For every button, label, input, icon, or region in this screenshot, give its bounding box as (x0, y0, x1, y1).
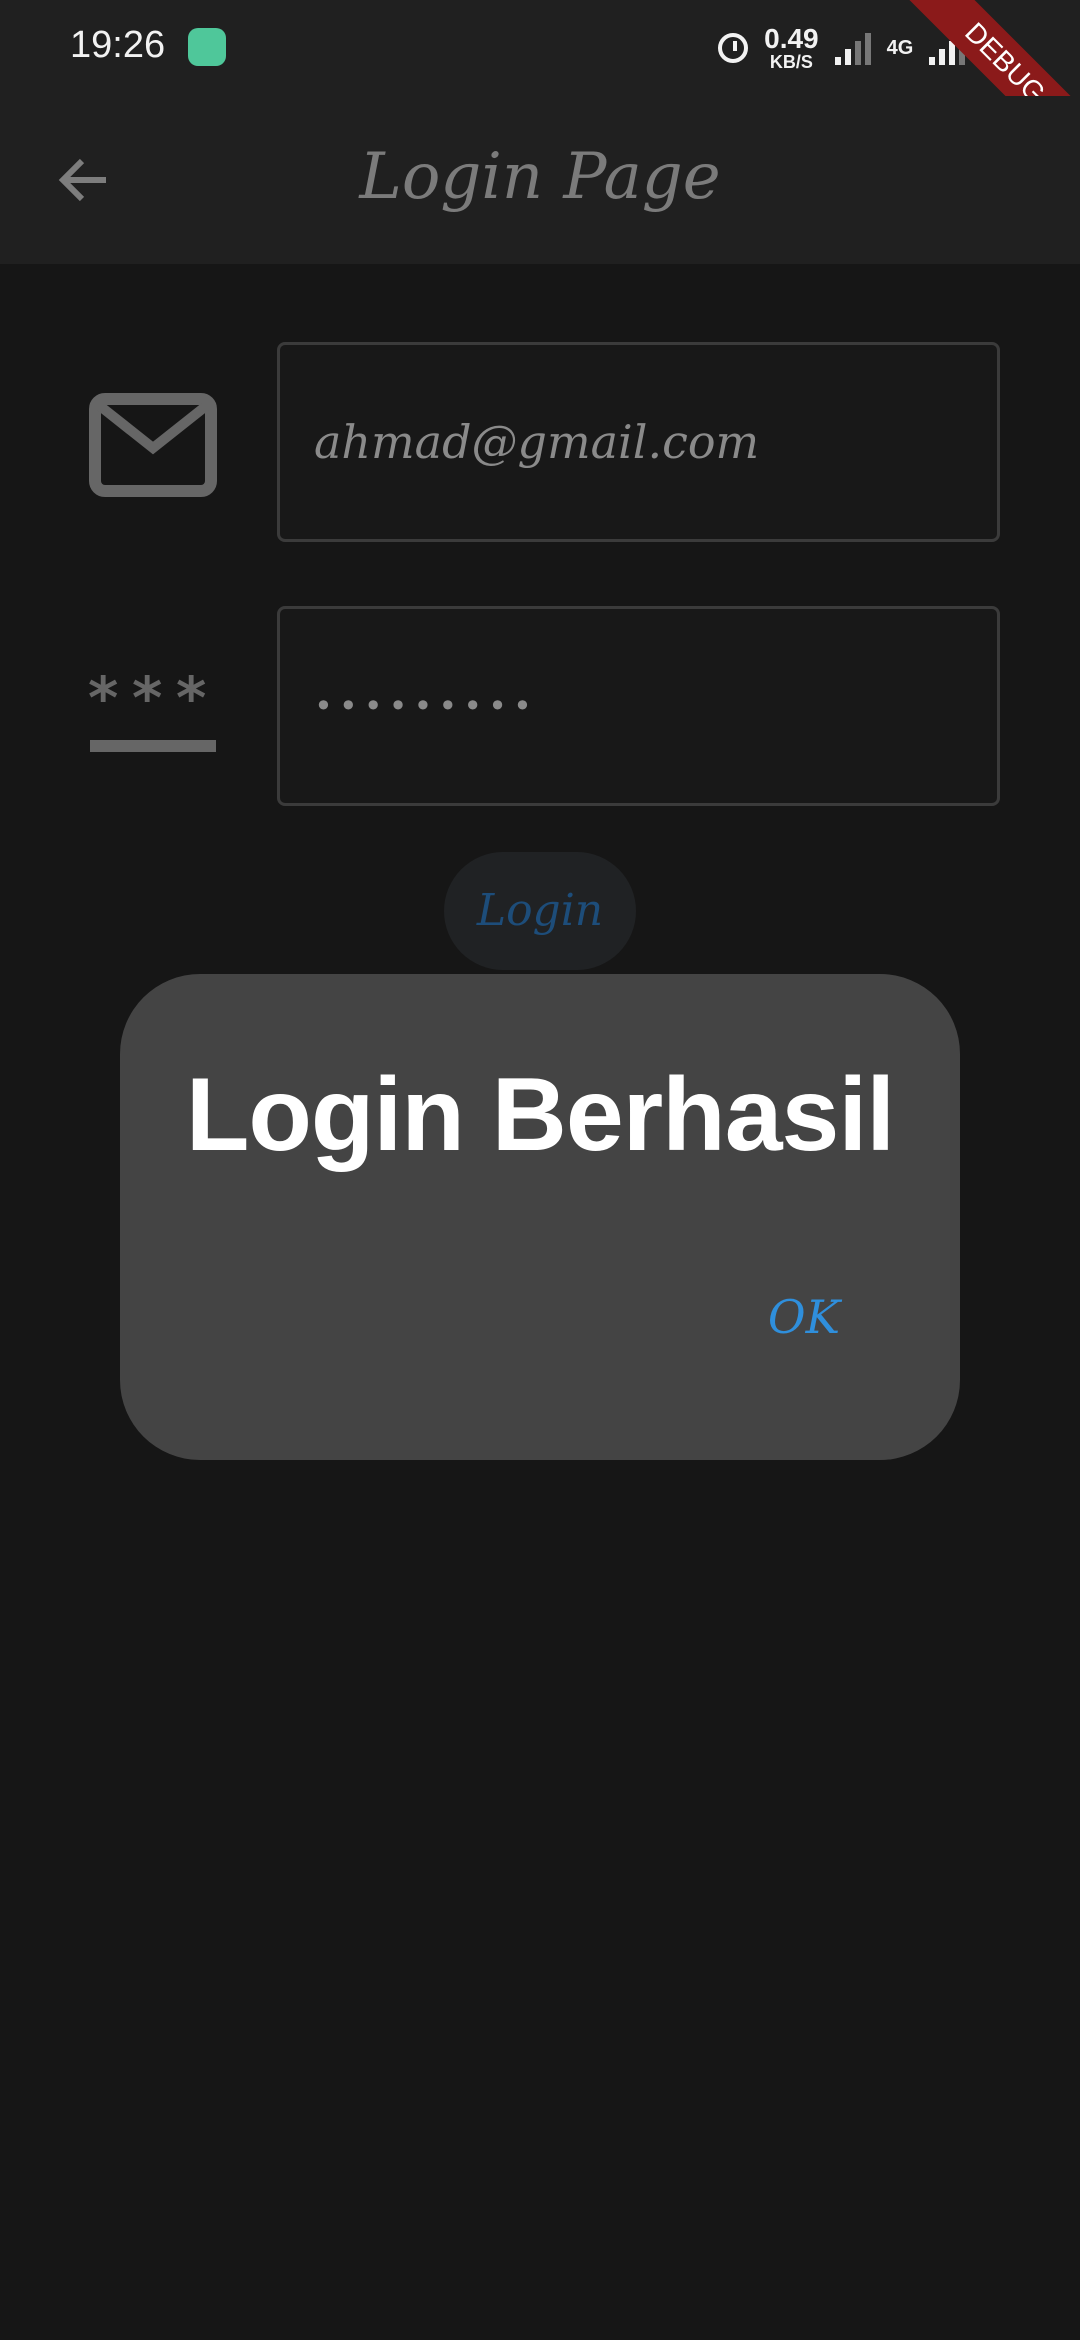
network-speed: 0.49 KB/S (764, 23, 819, 72)
alarm-icon (718, 33, 749, 63)
app-bar: Login Page (0, 96, 1080, 264)
status-bar: 19:26 0.49 KB/S 4G 4G DEBUG (0, 0, 1080, 189)
alert-dialog: Login Berhasil OK (120, 974, 960, 1460)
ok-button[interactable]: OK (768, 1290, 840, 1344)
email-field-value: ahmad@gmail.com (314, 415, 760, 469)
svg-text:*: * (176, 664, 206, 732)
email-field[interactable]: ahmad@gmail.com (277, 342, 1000, 542)
network-type-label-1: 4G (886, 36, 914, 59)
email-icon (89, 393, 217, 497)
status-time: 19:26 (70, 24, 166, 66)
login-button[interactable]: Login (444, 852, 636, 970)
signal-icon-1 (834, 31, 871, 65)
password-field[interactable]: ••••••••• (277, 606, 1000, 806)
svg-text:*: * (132, 664, 162, 732)
password-icon: * * * (88, 664, 216, 752)
network-speed-unit: KB/S (769, 52, 813, 72)
password-field-value: ••••••••• (314, 687, 538, 725)
page-title: Login Page (359, 140, 721, 214)
dialog-title: Login Berhasil (185, 1057, 895, 1173)
network-speed-value: 0.49 (764, 23, 819, 54)
notification-app-icon (188, 28, 226, 66)
svg-text:*: * (88, 664, 118, 732)
